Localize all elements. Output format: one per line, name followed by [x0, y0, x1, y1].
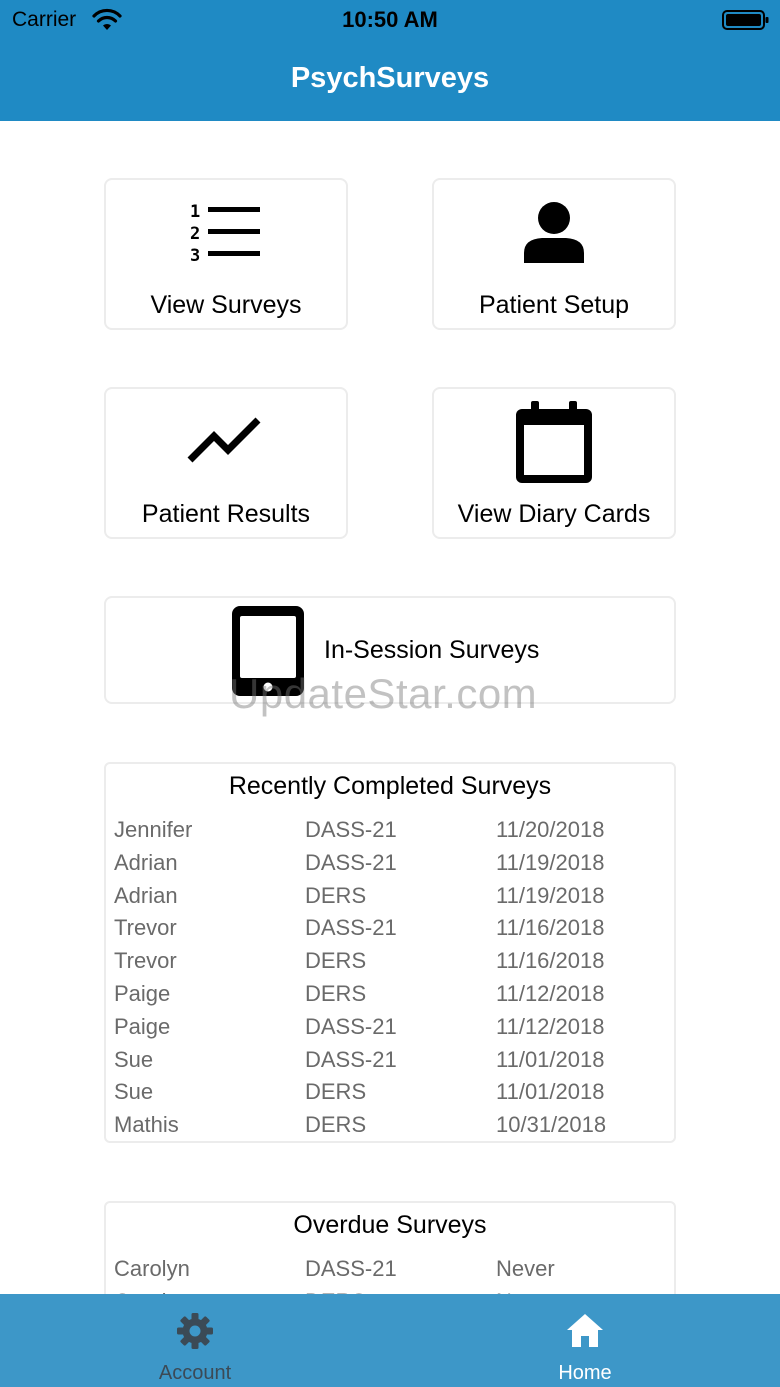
svg-text:3: 3 [190, 246, 200, 264]
survey-row[interactable]: Mathis DERS 10/31/2018 [106, 1109, 674, 1141]
battery-icon [722, 10, 769, 30]
person-icon [434, 200, 674, 266]
tab-bar: Account Home [0, 1294, 780, 1387]
patient-results-button[interactable]: Patient Results [104, 387, 348, 539]
view-diary-cards-label: View Diary Cards [457, 500, 651, 528]
survey-row[interactable]: Carolyn DASS-21 Never [106, 1253, 674, 1286]
patient-name: Adrian [114, 849, 178, 875]
clock: 10:50 AM [342, 7, 438, 32]
survey-name: DERS [305, 1112, 367, 1138]
patient-name: Sue [114, 1046, 154, 1072]
svg-text:1: 1 [190, 202, 200, 222]
view-surveys-label: View Surveys [150, 291, 302, 319]
completed-date: 11/16/2018 [496, 915, 605, 941]
patient-setup-button[interactable]: Patient Setup [432, 178, 676, 330]
patient-name: Trevor [114, 915, 177, 941]
calendar-icon [434, 401, 674, 485]
patient-setup-label: Patient Setup [478, 291, 630, 319]
patient-name: Adrian [114, 882, 178, 908]
survey-row[interactable]: Adrian DASS-21 11/19/2018 [106, 847, 674, 880]
view-surveys-button[interactable]: 1 2 3 View Surveys [104, 178, 348, 330]
survey-row[interactable]: Trevor DASS-21 11/16/2018 [106, 912, 674, 945]
tab-account-label: Account [158, 1362, 232, 1384]
completed-date: 10/31/2018 [496, 1112, 607, 1138]
patient-name: Paige [114, 980, 171, 1006]
survey-row[interactable]: Sue DERS 11/01/2018 [106, 1076, 674, 1109]
in-session-surveys-button[interactable]: In-Session Surveys [104, 596, 676, 704]
trend-line-icon [106, 409, 346, 475]
survey-row[interactable]: Adrian DERS 11/19/2018 [106, 880, 674, 913]
tab-home[interactable]: Home [390, 1294, 780, 1387]
status-bar: Carrier 10:50 AM [0, 0, 780, 40]
completed-date: 11/01/2018 [496, 1046, 605, 1072]
survey-name: DASS-21 [305, 1013, 397, 1039]
patient-results-label: Patient Results [141, 500, 311, 528]
patient-name: Paige [114, 1013, 171, 1039]
tab-account[interactable]: Account [0, 1294, 390, 1387]
in-session-surveys-label: In-Session Surveys [324, 636, 540, 664]
survey-name: DASS-21 [305, 1256, 397, 1281]
recent-surveys-list: Jennifer DASS-21 11/20/2018 Adrian DASS-21 11… [106, 814, 674, 1141]
patient-name: Carolyn [114, 1256, 190, 1281]
gear-icon [0, 1312, 390, 1350]
completed-date: 11/01/2018 [496, 1079, 605, 1105]
completed-date: 11/16/2018 [496, 948, 605, 974]
survey-row[interactable]: Paige DASS-21 11/12/2018 [106, 1011, 674, 1044]
tablet-icon [232, 606, 304, 696]
tab-home-label: Home [558, 1362, 612, 1384]
completed-date: 11/12/2018 [496, 980, 605, 1006]
patient-name: Trevor [114, 948, 177, 974]
survey-name: DERS [305, 980, 367, 1006]
completed-date: 11/12/2018 [496, 1013, 605, 1039]
survey-name: DASS-21 [305, 915, 397, 941]
completed-date: 11/19/2018 [496, 849, 605, 875]
overdue-surveys-title: Overdue Surveys [293, 1211, 487, 1239]
numbered-list-icon: 1 2 3 [106, 200, 346, 266]
recently-completed-title: Recently Completed Surveys [228, 772, 552, 800]
survey-name: DERS [305, 1079, 367, 1105]
completed-date: 11/20/2018 [496, 817, 605, 842]
completed-date: 11/19/2018 [496, 882, 605, 908]
patient-name: Sue [114, 1079, 154, 1105]
survey-name: DERS [305, 948, 367, 974]
view-diary-cards-button[interactable]: View Diary Cards [432, 387, 676, 539]
survey-name: DERS [305, 882, 367, 908]
survey-row[interactable]: Jennifer DASS-21 11/20/2018 [106, 814, 674, 847]
patient-name: Mathis [114, 1112, 179, 1138]
survey-row[interactable]: Trevor DERS 11/16/2018 [106, 945, 674, 978]
app-title: PsychSurveys [290, 62, 490, 94]
survey-name: DASS-21 [305, 849, 397, 875]
home-icon [390, 1312, 780, 1350]
survey-row[interactable]: Sue DASS-21 11/01/2018 [106, 1044, 674, 1077]
recently-completed-surveys-panel: Recently Completed Surveys Jennifer DASS-… [104, 762, 676, 1143]
svg-text:2: 2 [190, 224, 200, 244]
survey-name: DASS-21 [305, 1046, 397, 1072]
completed-date: Never [496, 1256, 555, 1281]
survey-name: DASS-21 [305, 817, 397, 842]
survey-row[interactable]: Paige DERS 11/12/2018 [106, 978, 674, 1011]
navigation-header: Carrier 10:50 AM PsychSurveys [0, 0, 780, 121]
patient-name: Jennifer [114, 817, 193, 842]
